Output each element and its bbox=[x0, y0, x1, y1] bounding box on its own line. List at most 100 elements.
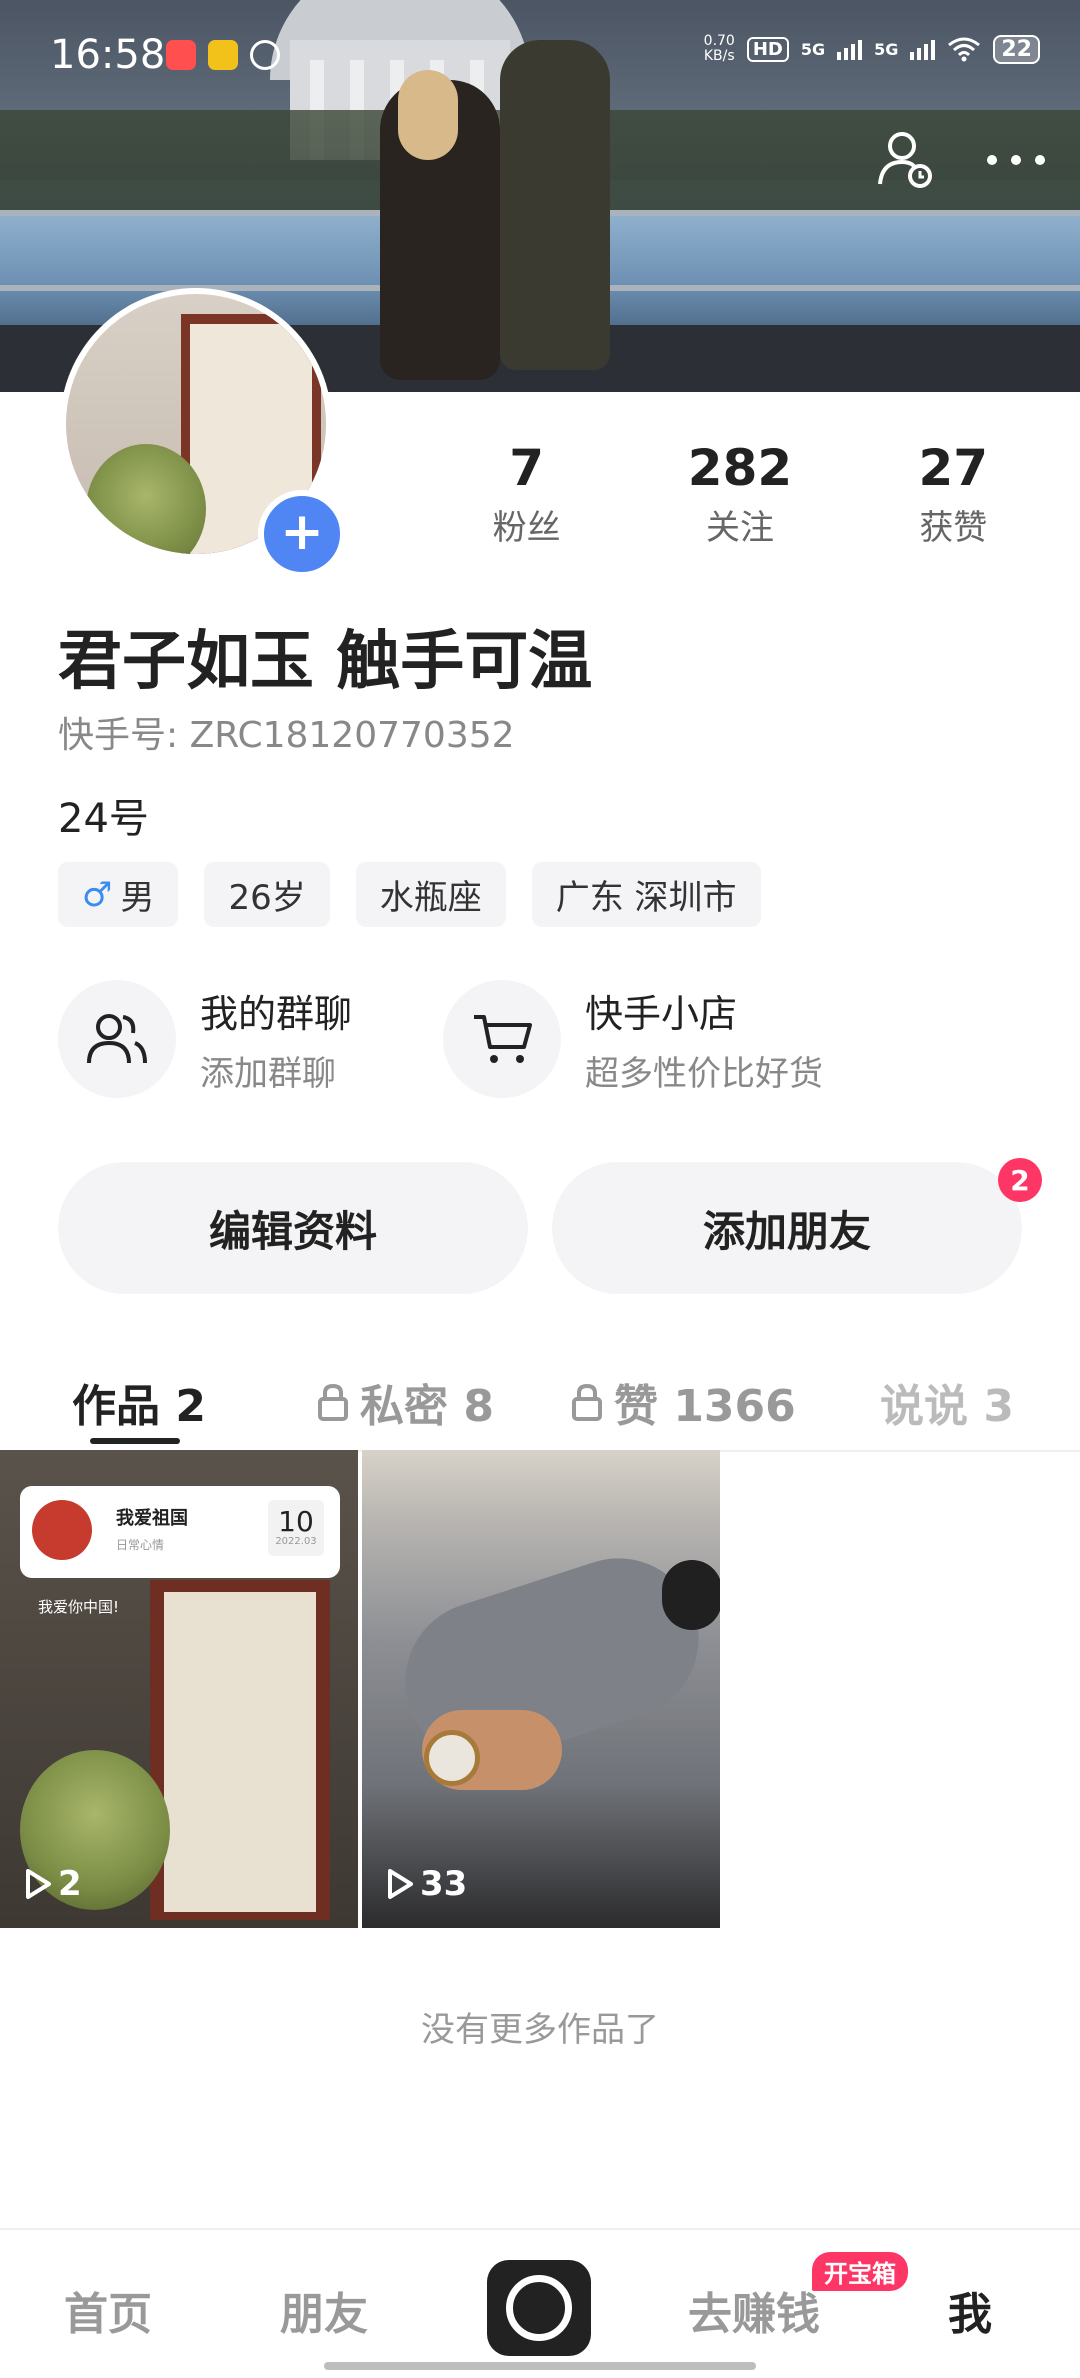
nav-home[interactable]: 首页 bbox=[64, 2278, 152, 2342]
banner-person bbox=[380, 70, 500, 380]
lock-icon bbox=[572, 1383, 602, 1421]
battery-icon: 22 bbox=[993, 34, 1040, 64]
works-grid: 我爱祖国 日常心情 10 2022.03 我爱你中国! 2 33 bbox=[0, 1450, 720, 1928]
stat-fans[interactable]: 7 粉丝 bbox=[420, 440, 633, 549]
nav-me[interactable]: 我 bbox=[948, 2278, 992, 2342]
feature-shop-subtitle: 超多性价比好货 bbox=[585, 1054, 823, 1094]
feature-group-chat-subtitle: 添加群聊 bbox=[200, 1054, 336, 1094]
visitor-icon[interactable] bbox=[876, 128, 936, 192]
profile-tags: ♂ 男 26岁 水瓶座 广东 深圳市 bbox=[58, 862, 761, 927]
tab-works-label: 作品 2 bbox=[72, 1381, 206, 1432]
work-item[interactable]: 33 bbox=[362, 1450, 720, 1928]
profile-stats: 7 粉丝 282 关注 27 获赞 bbox=[420, 440, 1060, 549]
feature-shortcuts: 我的群聊 添加群聊 快手小店 超多性价比好货 bbox=[58, 980, 1038, 1098]
add-friend-badge: 2 bbox=[998, 1158, 1042, 1202]
feature-group-chat-circle bbox=[58, 980, 176, 1098]
work-shoe bbox=[662, 1560, 720, 1630]
male-icon: ♂ bbox=[82, 874, 113, 915]
content-tabs: 作品 2 私密 8 赞 1366 说说 3 bbox=[0, 1352, 1060, 1452]
profile-actions: 编辑资料 添加朋友 2 bbox=[58, 1158, 1042, 1294]
feature-shop[interactable]: 快手小店 超多性价比好货 bbox=[443, 980, 828, 1098]
notification-app-icon bbox=[250, 40, 280, 70]
tab-private-label: 私密 8 bbox=[360, 1381, 494, 1432]
work-card-title: 我爱祖国 bbox=[116, 1508, 188, 1529]
network-speed: 0.70 KB/s bbox=[704, 34, 735, 64]
play-count-value: 33 bbox=[420, 1864, 468, 1904]
profile-bio: 24号 bbox=[58, 796, 149, 842]
stat-likes-value: 27 bbox=[918, 439, 989, 497]
network-speed-value: 0.70 bbox=[703, 33, 735, 49]
play-count: 2 bbox=[24, 1864, 82, 1904]
signal-icon bbox=[837, 38, 863, 60]
work-caption: 我爱你中国! bbox=[38, 1598, 120, 1616]
stat-fans-label: 粉丝 bbox=[492, 508, 561, 548]
status-app-icons bbox=[166, 40, 280, 70]
feature-group-chat[interactable]: 我的群聊 添加群聊 bbox=[58, 980, 443, 1098]
tag-zodiac[interactable]: 水瓶座 bbox=[355, 862, 506, 927]
network-type: 5G bbox=[800, 39, 826, 59]
group-icon bbox=[87, 1014, 147, 1064]
add-friend-label: 添加朋友 bbox=[702, 1206, 871, 1256]
signal-icon bbox=[910, 38, 936, 60]
work-card-subtitle: 日常心情 bbox=[116, 1538, 165, 1552]
tab-likes[interactable]: 赞 1366 bbox=[570, 1370, 796, 1434]
flag-icon bbox=[32, 1500, 92, 1560]
work-card-day: 10 bbox=[278, 1505, 314, 1538]
feature-shop-title: 快手小店 bbox=[585, 992, 738, 1036]
network-type: 5G bbox=[874, 39, 899, 59]
play-icon bbox=[26, 1869, 51, 1899]
cart-icon bbox=[474, 1015, 532, 1063]
stat-following-value: 282 bbox=[687, 439, 793, 497]
nav-friends[interactable]: 朋友 bbox=[280, 2278, 368, 2342]
play-count-value: 2 bbox=[58, 1864, 82, 1904]
tab-private[interactable]: 私密 8 bbox=[316, 1370, 494, 1434]
play-icon bbox=[388, 1869, 413, 1899]
feature-shop-text: 快手小店 超多性价比好货 bbox=[585, 983, 823, 1095]
stat-following[interactable]: 282 关注 bbox=[633, 440, 846, 549]
hd-icon: HD bbox=[746, 36, 789, 62]
status-bar: 16:58 0.70 KB/s HD 5G 5G 22 bbox=[0, 0, 1080, 118]
tab-likes-label: 赞 1366 bbox=[614, 1381, 796, 1432]
status-right: 0.70 KB/s HD 5G 5G 22 bbox=[704, 34, 1040, 64]
stat-fans-value: 7 bbox=[509, 439, 545, 497]
home-indicator[interactable] bbox=[324, 2362, 756, 2370]
camera-button[interactable] bbox=[487, 2260, 591, 2356]
status-time: 16:58 bbox=[50, 32, 166, 78]
stat-likes-label: 获赞 bbox=[919, 508, 988, 548]
tab-talk[interactable]: 说说 3 bbox=[880, 1370, 1014, 1434]
tag-gender-label: 男 bbox=[120, 878, 155, 918]
top-actions bbox=[876, 128, 1048, 192]
feature-group-chat-title: 我的群聊 bbox=[200, 992, 353, 1036]
edit-profile-button[interactable]: 编辑资料 bbox=[58, 1162, 528, 1294]
work-scroll bbox=[164, 1592, 316, 1912]
tab-works[interactable]: 作品 2 bbox=[72, 1370, 206, 1434]
tag-location[interactable]: 广东 深圳市 bbox=[531, 862, 761, 927]
watch-icon bbox=[424, 1730, 480, 1786]
add-avatar-button[interactable]: + bbox=[258, 490, 346, 578]
feature-group-chat-text: 我的群聊 添加群聊 bbox=[200, 983, 352, 1095]
camera-icon bbox=[506, 2275, 572, 2341]
tag-age[interactable]: 26岁 bbox=[204, 862, 330, 927]
network-speed-unit: KB/s bbox=[703, 48, 735, 64]
stat-following-label: 关注 bbox=[705, 508, 774, 548]
earn-badge: 开宝箱 bbox=[812, 2252, 908, 2291]
play-count: 33 bbox=[386, 1864, 467, 1904]
bottom-nav: 首页 朋友 去赚钱 开宝箱 我 bbox=[0, 2228, 1080, 2378]
no-more-works: 没有更多作品了 bbox=[421, 2010, 659, 2050]
stat-likes[interactable]: 27 获赞 bbox=[847, 440, 1060, 549]
wifi-icon bbox=[948, 37, 981, 62]
tab-active-indicator bbox=[90, 1438, 180, 1444]
tag-gender[interactable]: ♂ 男 bbox=[58, 862, 179, 927]
work-item[interactable]: 我爱祖国 日常心情 10 2022.03 我爱你中国! 2 bbox=[0, 1450, 358, 1928]
kuaishou-id[interactable]: 快手号: ZRC18120770352 bbox=[58, 706, 515, 758]
profile-nickname: 君子如玉 触手可温 bbox=[58, 625, 593, 699]
lock-icon bbox=[318, 1383, 348, 1421]
notification-app-icon bbox=[208, 40, 238, 70]
work-card: 我爱祖国 日常心情 10 2022.03 bbox=[20, 1486, 340, 1578]
feature-shop-circle bbox=[443, 980, 561, 1098]
work-card-month: 2022.03 bbox=[275, 1536, 317, 1547]
more-icon[interactable] bbox=[984, 150, 1048, 170]
nav-earn[interactable]: 去赚钱 bbox=[688, 2278, 820, 2342]
add-friend-button[interactable]: 添加朋友 2 bbox=[552, 1158, 1042, 1294]
tab-talk-label: 说说 3 bbox=[880, 1381, 1014, 1432]
